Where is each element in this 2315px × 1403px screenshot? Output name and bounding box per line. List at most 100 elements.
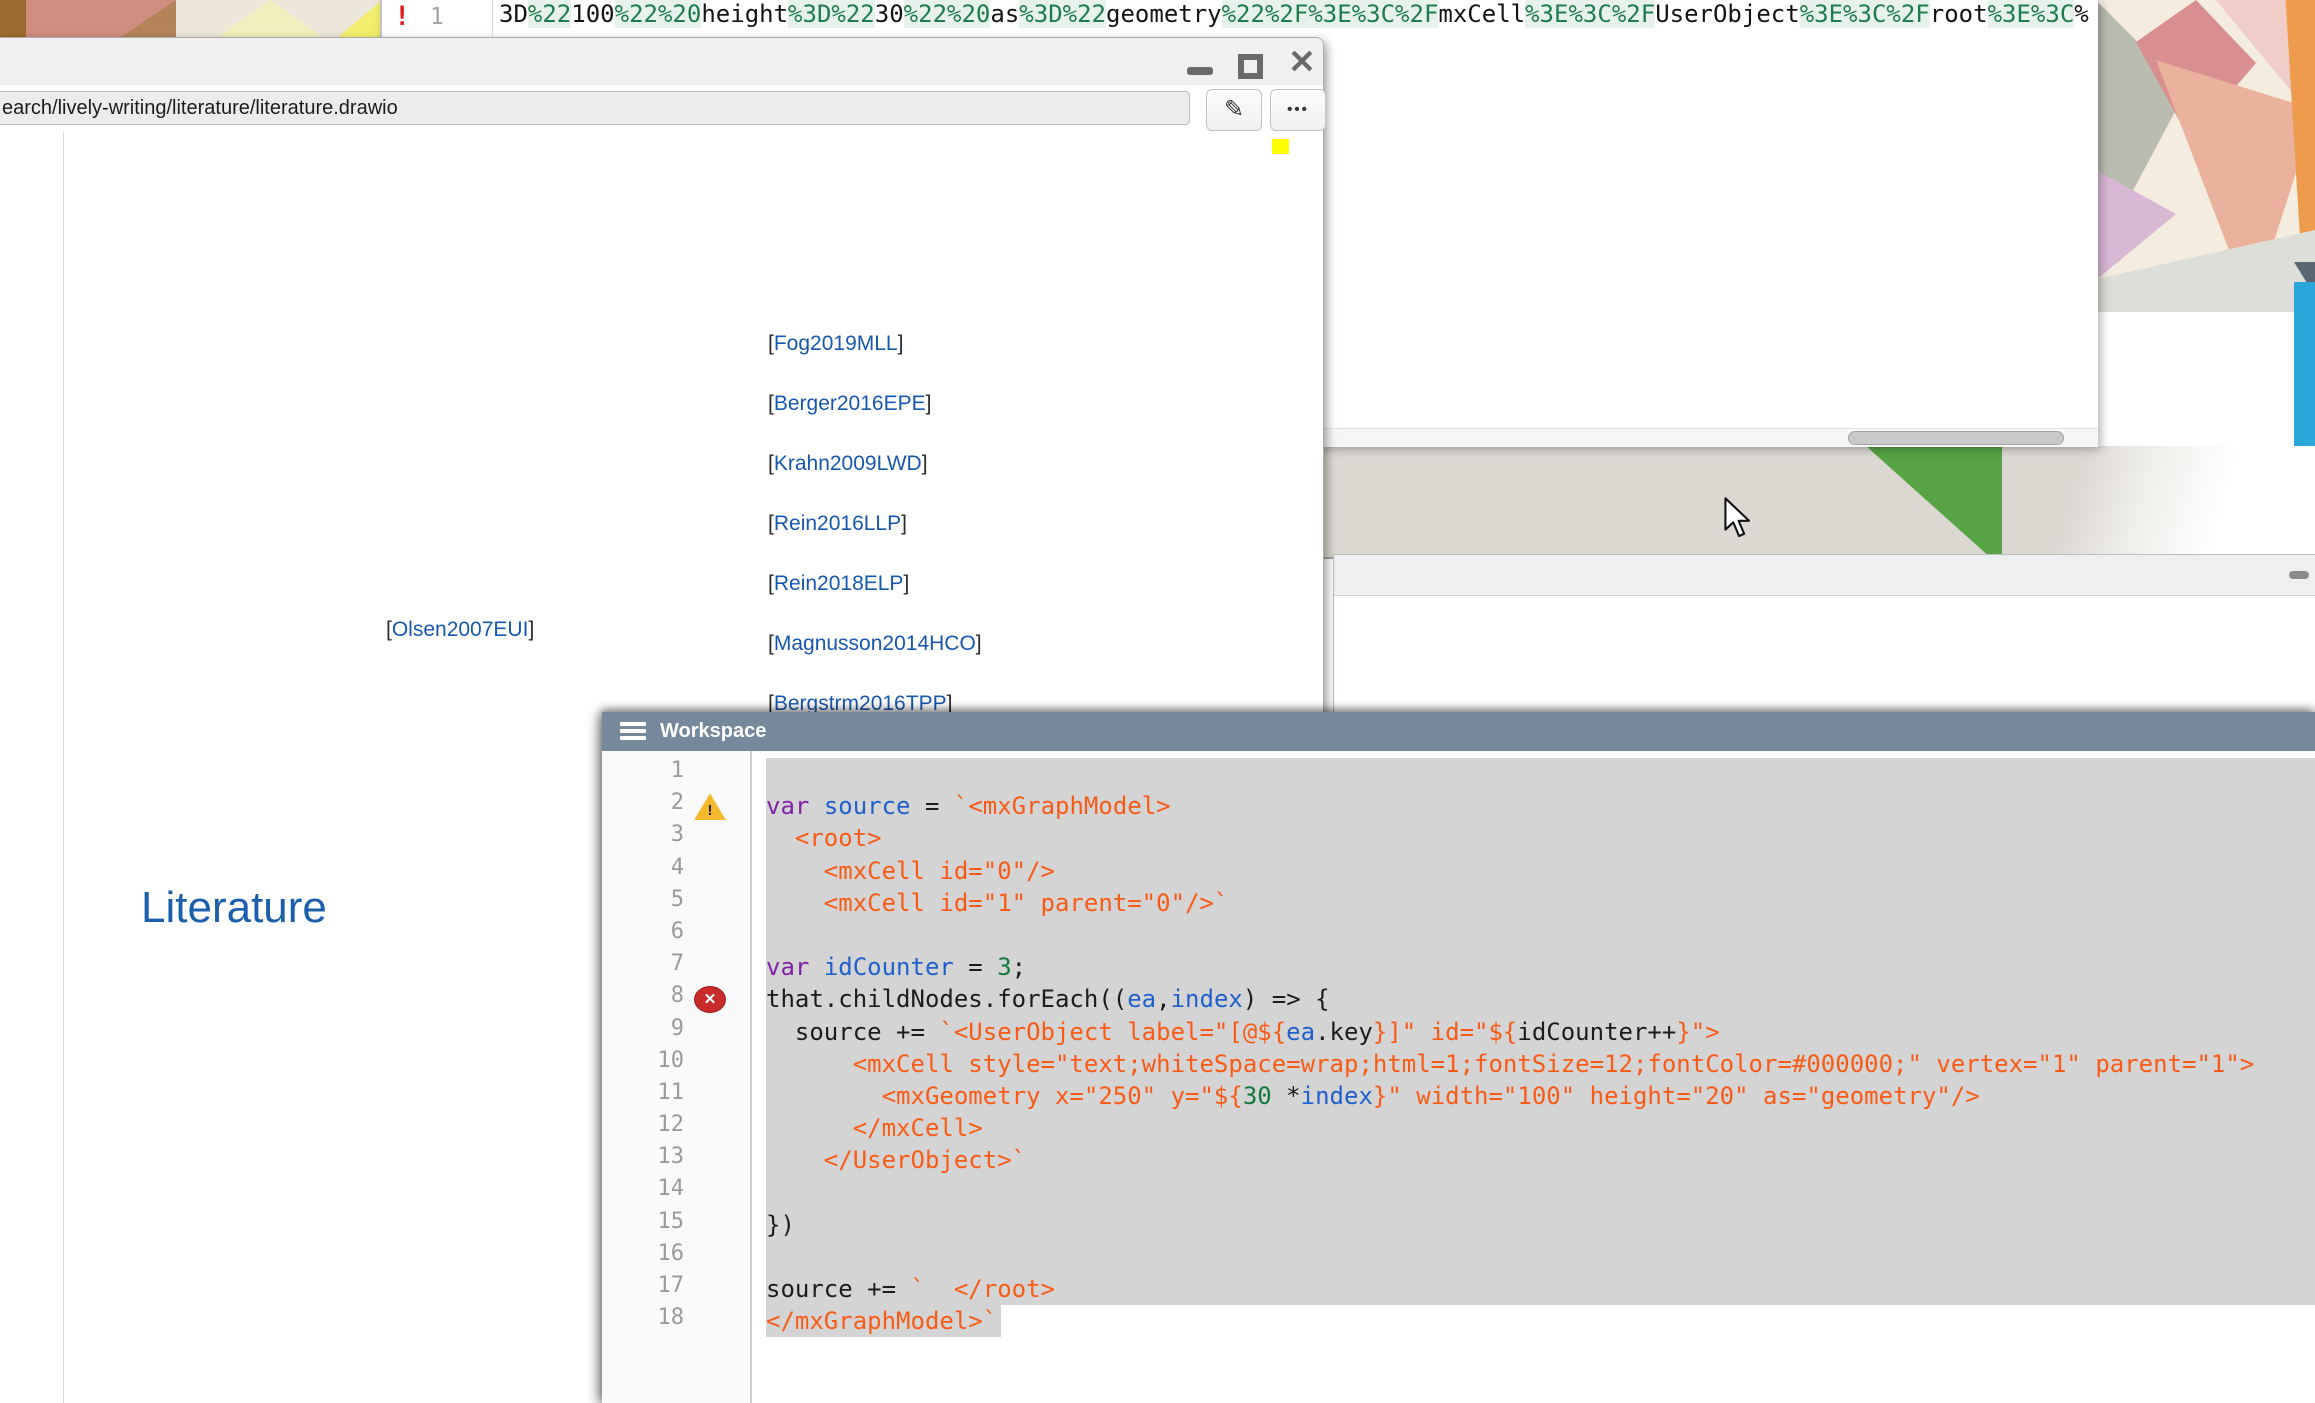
horizontal-scrollbar-thumb[interactable] xyxy=(1848,431,2064,445)
citation-label: Rein2016LLP xyxy=(774,512,901,535)
workspace-titlebar[interactable]: Workspace xyxy=(602,712,2315,751)
line-number: 16 xyxy=(602,1241,750,1273)
line-number: 17 xyxy=(602,1273,750,1305)
minimize-button[interactable] xyxy=(1187,67,1213,75)
bracket: ] xyxy=(976,632,982,655)
error-marker-icon: ! xyxy=(394,1,410,32)
code-line[interactable]: <mxCell style="text;whiteSpace=wrap;html… xyxy=(752,1048,2315,1080)
line-number: 1 xyxy=(430,4,444,30)
citation-link[interactable]: [Fog2019MLL] xyxy=(768,332,903,356)
bracket: ] xyxy=(898,332,904,355)
secondary-window-toolbar xyxy=(1334,555,2315,596)
code-line[interactable]: <mxCell id="0"/> xyxy=(752,855,2315,887)
escape-token: %3D xyxy=(1019,0,1062,28)
citation-link[interactable]: [Rein2016LLP] xyxy=(768,512,907,536)
line-number: 11 xyxy=(602,1080,750,1112)
drawio-titlebar[interactable] xyxy=(0,38,1323,86)
citation-link[interactable]: [Berger2016EPE] xyxy=(768,392,931,416)
escape-token: %2F xyxy=(1395,0,1438,28)
citation-link[interactable]: [Rein2018ELP] xyxy=(768,572,909,596)
screen: ! 1 3D%22100%22%20height%3D%2230%22%20as… xyxy=(0,0,2315,1403)
edit-button[interactable]: ✎ xyxy=(1206,89,1262,131)
code-line[interactable] xyxy=(752,1176,2315,1208)
line-number: 3 xyxy=(602,822,750,854)
line-number: 8 xyxy=(602,983,750,1015)
line-number: 13 xyxy=(602,1144,750,1176)
code-line[interactable]: </mxCell> xyxy=(752,1112,2315,1144)
bracket: ] xyxy=(922,452,928,475)
code-line[interactable]: </mxGraphModel>` xyxy=(752,1305,2315,1337)
selection-highlight xyxy=(766,1176,2315,1208)
pencil-icon: ✎ xyxy=(1224,96,1244,123)
escape-token: %22 xyxy=(615,0,658,28)
code-text: var idCounter = 3; xyxy=(766,951,1026,983)
code-editor[interactable]: var source = `<mxGraphModel> <root> <mxC… xyxy=(752,758,2315,1337)
code-line[interactable]: <root> xyxy=(752,822,2315,854)
bracket: ] xyxy=(901,512,907,535)
code-line[interactable]: that.childNodes.forEach((ea,index) => { xyxy=(752,983,2315,1015)
selection-highlight xyxy=(766,1241,2315,1273)
code-line[interactable]: var idCounter = 3; xyxy=(752,951,2315,983)
citation-link[interactable]: [Krahn2009LWD] xyxy=(768,452,928,476)
code-text: </UserObject>` xyxy=(766,1144,1026,1176)
code-line[interactable]: </UserObject>` xyxy=(752,1144,2315,1176)
escape-token: %20 xyxy=(947,0,990,28)
line-number: 1 xyxy=(602,758,750,790)
wallpaper-fade xyxy=(1972,446,2315,557)
bracket: ] xyxy=(926,392,932,415)
code-text: <root> xyxy=(766,822,882,854)
gutter-divider xyxy=(492,0,493,38)
escape-token: %3C xyxy=(1352,0,1395,28)
citation-link[interactable]: [Magnusson2014HCO] xyxy=(768,632,982,656)
code-text: <mxGeometry x="250" y="${30 *index}" wid… xyxy=(766,1080,1980,1112)
line-number: 10 xyxy=(602,1048,750,1080)
escape-token: %2F xyxy=(1612,0,1655,28)
line-number: 2 xyxy=(602,790,750,822)
citation-link[interactable]: [Olsen2007EUI] xyxy=(386,618,534,642)
line-number: 5 xyxy=(602,887,750,919)
selection-highlight xyxy=(766,1209,2315,1241)
line-number: 6 xyxy=(602,919,750,951)
wallpaper-top-right xyxy=(2096,0,2315,312)
code-line[interactable]: var source = `<mxGraphModel> xyxy=(752,790,2315,822)
line-number: 4 xyxy=(602,855,750,887)
code-line[interactable] xyxy=(752,1241,2315,1273)
escape-token: %3E xyxy=(1800,0,1843,28)
selection-highlight xyxy=(766,919,2315,951)
line-number: 12 xyxy=(602,1112,750,1144)
code-line[interactable]: <mxCell id="1" parent="0"/>` xyxy=(752,887,2315,919)
code-text: <mxCell id="1" parent="0"/>` xyxy=(766,887,1228,919)
line-number: 9 xyxy=(602,1016,750,1048)
escape-token: %22 xyxy=(528,0,571,28)
code-line[interactable]: }) xyxy=(752,1209,2315,1241)
workspace-window: Workspace 123456789101112131415161718 va… xyxy=(602,712,2315,1403)
escape-token: %3D xyxy=(788,0,831,28)
code-line[interactable] xyxy=(752,919,2315,951)
line-number: 14 xyxy=(602,1176,750,1208)
escape-token: %22 xyxy=(1063,0,1106,28)
escape-token: %3E xyxy=(1308,0,1351,28)
code-text: </mxGraphModel>` xyxy=(766,1305,1001,1337)
encoded-code-line[interactable]: 3D%22100%22%20height%3D%2230%22%20as%3D%… xyxy=(499,0,2089,37)
more-options-button[interactable]: ••• xyxy=(1270,89,1326,131)
escape-token: %3C xyxy=(2031,0,2074,28)
code-line[interactable]: <mxGeometry x="250" y="${30 *index}" wid… xyxy=(752,1080,2315,1112)
code-text: }) xyxy=(766,1209,795,1241)
line-number: 18 xyxy=(602,1305,750,1337)
hamburger-menu-icon[interactable] xyxy=(620,722,646,741)
escape-token: %22 xyxy=(831,0,874,28)
code-line[interactable]: source += `<UserObject label="[@${ea.key… xyxy=(752,1016,2315,1048)
escape-token: %22 xyxy=(904,0,947,28)
line-number: 15 xyxy=(602,1209,750,1241)
close-button[interactable]: ✕ xyxy=(1287,44,1317,80)
code-line[interactable]: source += ` </root> xyxy=(752,1273,2315,1305)
minimize-dash-icon[interactable] xyxy=(2289,571,2309,579)
escape-token: %2F xyxy=(1265,0,1308,28)
code-text: </mxCell> xyxy=(766,1112,983,1144)
maximize-button[interactable] xyxy=(1238,54,1263,79)
file-path-input[interactable] xyxy=(0,91,1190,125)
citation-label: Magnusson2014HCO xyxy=(774,632,976,655)
ellipsis-icon: ••• xyxy=(1287,101,1309,118)
code-line[interactable] xyxy=(752,758,2315,790)
selection-highlight xyxy=(766,1112,2315,1144)
